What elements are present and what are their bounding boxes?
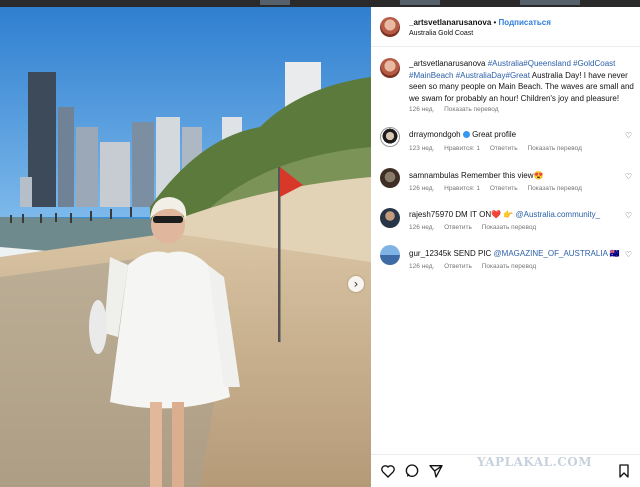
author-line: _artsvetlanarusanova • Подписаться	[409, 18, 551, 27]
post-photo[interactable]: ›	[0, 7, 371, 487]
comment-username[interactable]: gur_12345k	[409, 249, 451, 258]
comment-icon[interactable]	[404, 463, 420, 479]
commenter-avatar[interactable]	[380, 127, 400, 147]
caption-translate-link[interactable]: Показать перевод	[444, 106, 498, 113]
comment-text: DM IT ON❤️ 👉	[455, 210, 514, 219]
comment-age: 126 нед.	[409, 185, 435, 192]
reply-link[interactable]: Ответить	[444, 263, 472, 270]
comment-item: drraymondgoh Great profile	[409, 129, 631, 140]
comment-mention[interactable]: @MAGAZINE_OF_AUSTRALIA	[494, 249, 608, 258]
translate-link[interactable]: Показать перевод	[527, 185, 581, 192]
comment-item: rajesh75970 DM IT ON❤️ 👉 @Australia.comm…	[409, 209, 631, 220]
comment-meta: 126 нед. Ответить Показать перевод	[409, 263, 544, 270]
caption-age: 126 нед.	[409, 106, 435, 113]
comment-meta: 126 нед. Нравится: 1 Ответить Показать п…	[409, 185, 590, 192]
caption-meta: 126 нед. Показать перевод	[409, 106, 507, 113]
comment-mention[interactable]: @Australia.community_	[516, 210, 601, 219]
comment-username[interactable]: drraymondgoh	[409, 130, 461, 139]
reply-link[interactable]: Ответить	[490, 145, 518, 152]
heart-icon[interactable]	[380, 463, 396, 479]
post-caption: _artsvetlanarusanova #Australia#Queensla…	[409, 58, 635, 104]
translate-link[interactable]: Показать перевод	[482, 224, 536, 231]
comment-item: gur_12345k SEND PIC @MAGAZINE_OF_AUSTRAL…	[409, 248, 631, 259]
translate-link[interactable]: Показать перевод	[527, 145, 581, 152]
comment-username[interactable]: samnambulas	[409, 171, 459, 180]
comment-text: Great profile	[472, 130, 517, 139]
post-side-panel: _artsvetlanarusanova • Подписаться Austr…	[371, 7, 640, 487]
site-watermark: YAPLAKAL.COM	[477, 455, 593, 469]
post-actions-bar: YAPLAKAL.COM	[371, 454, 640, 487]
like-comment-heart-icon[interactable]: ♡	[625, 131, 632, 140]
next-photo-button[interactable]: ›	[348, 276, 364, 292]
follow-button[interactable]: Подписаться	[499, 18, 551, 27]
reply-link[interactable]: Ответить	[490, 185, 518, 192]
comment-meta: 126 нед. Ответить Показать перевод	[409, 224, 544, 231]
translate-link[interactable]: Показать перевод	[482, 263, 536, 270]
like-comment-heart-icon[interactable]: ♡	[625, 211, 632, 220]
comment-meta: 123 нед. Нравится: 1 Ответить Показать п…	[409, 145, 590, 152]
caption-author[interactable]: _artsvetlanarusanova	[409, 59, 486, 68]
reply-link[interactable]: Ответить	[444, 224, 472, 231]
bookmark-icon[interactable]	[616, 463, 632, 479]
comment-username[interactable]: rajesh75970	[409, 210, 453, 219]
commenter-avatar[interactable]	[380, 245, 400, 265]
comment-likes[interactable]: Нравится: 1	[444, 145, 480, 152]
like-comment-heart-icon[interactable]: ♡	[625, 172, 632, 181]
share-icon[interactable]	[428, 463, 444, 479]
comment-item: samnambulas Remember this view😍	[409, 170, 631, 181]
verified-badge-icon	[462, 131, 470, 138]
commenter-avatar[interactable]	[380, 168, 400, 188]
caption-author-avatar[interactable]	[380, 58, 400, 78]
browser-top-strip	[0, 0, 640, 7]
beach-scene-image	[0, 7, 371, 487]
australia-flag-emoji: 🇦🇺	[609, 249, 620, 258]
post-header: _artsvetlanarusanova • Подписаться Austr…	[371, 7, 640, 47]
author-username[interactable]: _artsvetlanarusanova	[409, 18, 491, 27]
commenter-avatar[interactable]	[380, 208, 400, 228]
like-comment-heart-icon[interactable]: ♡	[625, 250, 632, 259]
post-location[interactable]: Australia Gold Coast	[409, 30, 473, 37]
comment-text: SEND PIC	[453, 249, 492, 258]
comment-text: Remember this view😍	[461, 171, 544, 180]
author-avatar[interactable]	[380, 17, 400, 37]
comment-likes[interactable]: Нравится: 1	[444, 185, 480, 192]
comment-age: 126 нед.	[409, 224, 435, 231]
comment-age: 126 нед.	[409, 263, 435, 270]
comment-age: 123 нед.	[409, 145, 435, 152]
separator-dot: •	[493, 18, 497, 27]
